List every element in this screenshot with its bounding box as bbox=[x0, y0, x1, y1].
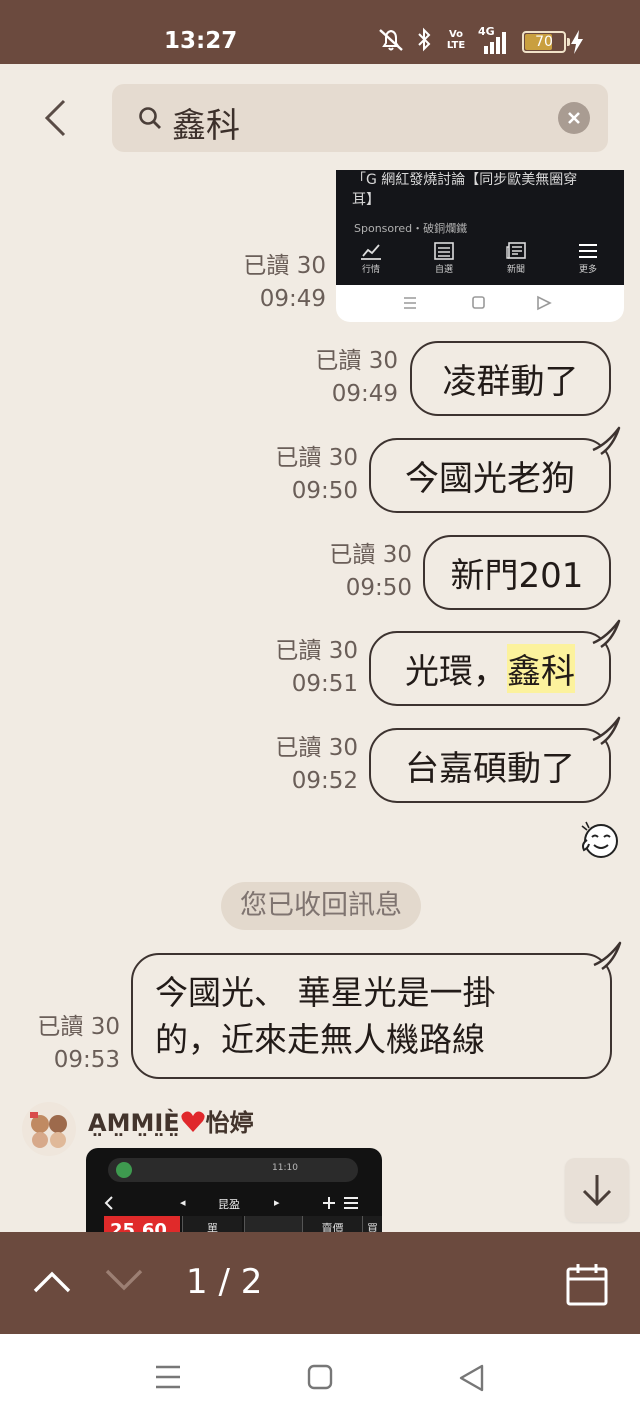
read-count: 已讀 30 bbox=[315, 348, 398, 374]
tab-watchlist: 自選 bbox=[419, 242, 469, 275]
read-count: 已讀 30 bbox=[275, 735, 358, 761]
volte-icon: Vo LTE bbox=[446, 29, 466, 51]
status-time: 13:27 bbox=[164, 28, 238, 54]
message-meta: 已讀 30 09:51 bbox=[230, 635, 358, 701]
stock-price: 25.60 bbox=[104, 1216, 180, 1232]
shared-screenshot-title-cont: 耳】 bbox=[352, 192, 380, 208]
smiley-sticker[interactable] bbox=[578, 820, 622, 860]
message-bubble[interactable]: 今國光老狗 bbox=[369, 426, 621, 513]
message-meta: 已讀 30 09:50 bbox=[230, 442, 358, 508]
calendar-button[interactable] bbox=[566, 1262, 608, 1306]
message-bubble[interactable]: 凌群動了 bbox=[410, 341, 611, 416]
message-meta: 已讀 30 09:53 bbox=[0, 1011, 120, 1077]
arrow-down-icon bbox=[582, 1175, 612, 1207]
message-time: 09:50 bbox=[345, 575, 412, 601]
menu-icon bbox=[156, 1365, 180, 1389]
chart-icon bbox=[361, 244, 381, 260]
message-meta: 已讀 30 09:49 bbox=[200, 250, 326, 316]
message-time: 09:49 bbox=[259, 286, 326, 312]
message-time: 09:52 bbox=[291, 768, 358, 794]
read-count: 已讀 30 bbox=[37, 1014, 120, 1040]
chevron-left-icon bbox=[44, 99, 66, 137]
bubble-tail bbox=[592, 716, 621, 746]
message-text: 新門201 bbox=[450, 556, 584, 596]
chevron-up-icon bbox=[33, 1271, 71, 1293]
read-count: 已讀 30 bbox=[243, 253, 326, 279]
bubble-tail bbox=[592, 426, 621, 456]
list-icon bbox=[434, 242, 454, 260]
bubble-tail bbox=[592, 619, 621, 649]
chevron-down-icon bbox=[105, 1269, 143, 1291]
search-result-nav: 1 / 2 bbox=[0, 1232, 640, 1334]
bluetooth-icon bbox=[416, 26, 432, 54]
menu-icon bbox=[579, 244, 597, 258]
close-icon bbox=[568, 112, 580, 124]
message-bubble[interactable]: 光環， 鑫科 bbox=[369, 619, 621, 706]
message-text: 光環， bbox=[405, 652, 507, 692]
avatar[interactable] bbox=[22, 1102, 76, 1156]
tab-news: 新聞 bbox=[491, 242, 541, 275]
message-meta: 已讀 30 09:50 bbox=[282, 539, 412, 605]
message-bubble[interactable]: 新門201 bbox=[423, 535, 611, 610]
news-icon bbox=[506, 242, 526, 259]
read-count: 已讀 30 bbox=[329, 542, 412, 568]
triangle-back-icon bbox=[459, 1364, 484, 1392]
charging-icon bbox=[570, 30, 584, 54]
stock-clock: 11:10 bbox=[272, 1163, 298, 1173]
back-nav-button[interactable] bbox=[458, 1364, 486, 1392]
battery-icon: 70 bbox=[522, 31, 570, 53]
message-meta: 已讀 30 09:49 bbox=[270, 345, 398, 411]
read-count: 已讀 30 bbox=[275, 638, 358, 664]
system-navigation-bar bbox=[0, 1334, 640, 1422]
tab-market: 行情 bbox=[346, 242, 396, 275]
status-bar: 13:27 Vo LTE 4G 70 bbox=[0, 0, 640, 64]
search-icon bbox=[138, 106, 162, 130]
back-button[interactable] bbox=[40, 98, 72, 138]
stock-screenshot[interactable]: 11:10 ◂ 昆盈 ▸ 25.60 單 賣價 買出 bbox=[86, 1148, 382, 1232]
message-meta: 已讀 30 09:52 bbox=[230, 732, 358, 798]
calendar-icon bbox=[566, 1264, 608, 1306]
search-bar[interactable]: 鑫科 bbox=[112, 84, 608, 152]
mute-icon bbox=[376, 26, 406, 54]
message-line: 的，近來走無人機路線 bbox=[155, 1020, 485, 1059]
message-line: 今國光、 華星光是一掛 bbox=[155, 973, 496, 1012]
result-counter: 1 / 2 bbox=[186, 1262, 263, 1302]
message-time: 09:51 bbox=[291, 671, 358, 697]
read-count: 已讀 30 bbox=[275, 445, 358, 471]
recent-apps-button[interactable] bbox=[154, 1364, 182, 1390]
bubble-tail bbox=[593, 941, 622, 971]
shared-screenshot-navbar bbox=[336, 285, 624, 322]
heart-icon bbox=[181, 1111, 205, 1132]
home-button[interactable] bbox=[307, 1364, 333, 1390]
tab-more: 更多 bbox=[563, 242, 613, 275]
message-bubble[interactable]: 台嘉碩動了 bbox=[369, 716, 621, 803]
sponsor-label: Sponsored・破銅爛鐵 bbox=[354, 222, 468, 235]
clear-search-button[interactable] bbox=[558, 102, 590, 134]
message-time: 09:53 bbox=[53, 1047, 120, 1073]
next-result-button[interactable] bbox=[104, 1268, 144, 1294]
message-text: 今國光老狗 bbox=[405, 459, 575, 499]
signal-icon bbox=[484, 32, 506, 54]
battery-percent: 70 bbox=[535, 34, 553, 50]
stock-symbol: 昆盈 bbox=[218, 1198, 240, 1211]
recall-notice: 您已收回訊息 bbox=[221, 882, 421, 930]
previous-result-button[interactable] bbox=[32, 1268, 72, 1294]
chevron-left-icon bbox=[104, 1196, 113, 1210]
message-text: 凌群動了 bbox=[442, 362, 579, 402]
add-menu-icon bbox=[323, 1197, 358, 1209]
highlighted-match: 鑫科 bbox=[507, 644, 575, 693]
message-time: 09:49 bbox=[331, 381, 398, 407]
home-icon bbox=[307, 1364, 333, 1390]
shared-screenshot[interactable]: 「G 網紅發燒討論【同步歐美無圈穿 耳】 Sponsored・破銅爛鐵 行情 自… bbox=[336, 170, 624, 322]
scroll-down-button[interactable] bbox=[565, 1158, 629, 1222]
message-time: 09:50 bbox=[291, 478, 358, 504]
chat-log[interactable]: 已讀 30 09:49 「G 網紅發燒討論【同步歐美無圈穿 耳】 Sponsor… bbox=[0, 158, 640, 1232]
status-dot-icon bbox=[116, 1162, 132, 1178]
shared-screenshot-title: 「G 網紅發燒討論【同步歐美無圈穿 bbox=[352, 172, 578, 188]
message-bubble[interactable]: 今國光、 華星光是一掛 的，近來走無人機路線 bbox=[131, 941, 622, 1079]
search-input[interactable]: 鑫科 bbox=[172, 98, 240, 147]
message-text: 台嘉碩動了 bbox=[405, 749, 575, 789]
sender-name[interactable]: A̤M̤M̤I̤È̤ 怡婷 bbox=[88, 1103, 254, 1138]
